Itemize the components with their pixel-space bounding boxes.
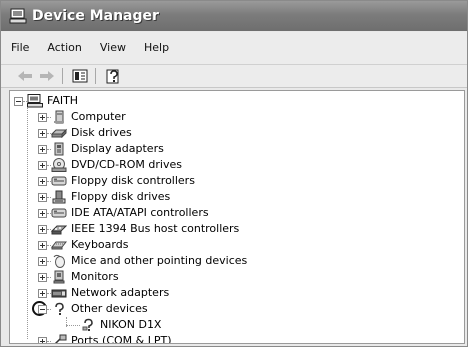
menu-bar: File Action View Help [1, 32, 467, 65]
menu-file[interactable]: File [1, 37, 38, 59]
expand-icon[interactable] [38, 336, 47, 343]
disk-drive-icon [51, 126, 67, 140]
expand-icon[interactable] [38, 128, 47, 138]
tree-item-display-adapters[interactable]: Display adapters [38, 141, 164, 157]
display-adapter-icon [51, 142, 67, 156]
tree-item-disk-drives[interactable]: Disk drives [38, 125, 132, 141]
unknown-device-icon [80, 318, 96, 332]
network-adapter-icon [51, 286, 67, 300]
tree-item-network-adapters[interactable]: Network adapters [38, 285, 169, 301]
expand-icon[interactable] [38, 256, 47, 266]
expand-icon[interactable] [38, 224, 47, 234]
keyboard-icon [51, 238, 67, 252]
tree-item-nikon-d1x[interactable]: NIKON D1X [66, 317, 161, 333]
tree-root[interactable]: FAITH [14, 93, 78, 109]
tree-item-ports[interactable]: Ports (COM & LPT) [38, 333, 172, 343]
expand-icon[interactable] [38, 208, 47, 218]
mouse-icon [51, 254, 67, 268]
ide-controller-icon [51, 206, 67, 220]
expand-icon[interactable] [38, 240, 47, 250]
device-tree[interactable]: FAITH Computer Disk drives Display adapt… [9, 90, 465, 344]
tree-item-monitors[interactable]: Monitors [38, 269, 119, 285]
toolbar-separator [95, 68, 96, 84]
tree-item-mice[interactable]: Mice and other pointing devices [38, 253, 247, 269]
menu-action[interactable]: Action [38, 37, 90, 59]
menu-help[interactable]: Help [135, 37, 178, 59]
tree-item-computer[interactable]: Computer [38, 109, 126, 125]
tree-item-dvd-cd-rom-drives[interactable]: DVD/CD-ROM drives [38, 157, 182, 173]
unknown-device-icon [51, 302, 67, 316]
computer-icon [27, 94, 43, 108]
collapse-icon[interactable] [14, 96, 23, 106]
port-icon [51, 334, 67, 343]
toolbar [1, 65, 467, 88]
device-manager-icon [9, 8, 27, 24]
tree-item-floppy-disk-drives[interactable]: Floppy disk drives [38, 189, 170, 205]
ieee1394-icon [51, 222, 67, 236]
tree-item-keyboards[interactable]: Keyboards [38, 237, 128, 253]
properties-icon[interactable] [70, 67, 90, 85]
floppy-controller-icon [51, 174, 67, 188]
menu-view[interactable]: View [91, 37, 135, 59]
tree-item-other-devices[interactable]: Other devices [38, 301, 148, 317]
expand-icon[interactable] [38, 144, 47, 154]
tree-item-floppy-disk-controllers[interactable]: Floppy disk controllers [38, 173, 195, 189]
back-arrow-icon[interactable] [15, 67, 35, 85]
expand-icon[interactable] [38, 272, 47, 282]
dvd-drive-icon [51, 158, 67, 172]
monitor-icon [51, 270, 67, 284]
floppy-drive-icon [51, 190, 67, 204]
help-icon[interactable] [103, 67, 123, 85]
forward-arrow-icon[interactable] [37, 67, 57, 85]
window-title: Device Manager [32, 8, 159, 24]
tree-root-label: FAITH [47, 94, 79, 107]
expand-icon[interactable] [38, 160, 47, 170]
collapse-icon[interactable] [38, 304, 47, 314]
expand-icon[interactable] [38, 112, 47, 122]
expand-icon[interactable] [38, 288, 47, 298]
tree-item-ieee-1394[interactable]: IEEE 1394 Bus host controllers [38, 221, 239, 237]
computer-icon [51, 110, 67, 124]
device-manager-window: Device Manager File Action View Help FAI… [0, 0, 468, 347]
tree-connector-line [27, 105, 28, 339]
title-bar[interactable]: Device Manager [1, 1, 467, 31]
toolbar-separator [62, 68, 63, 84]
expand-icon[interactable] [38, 192, 47, 202]
expand-icon[interactable] [38, 176, 47, 186]
tree-item-ide-controllers[interactable]: IDE ATA/ATAPI controllers [38, 205, 209, 221]
